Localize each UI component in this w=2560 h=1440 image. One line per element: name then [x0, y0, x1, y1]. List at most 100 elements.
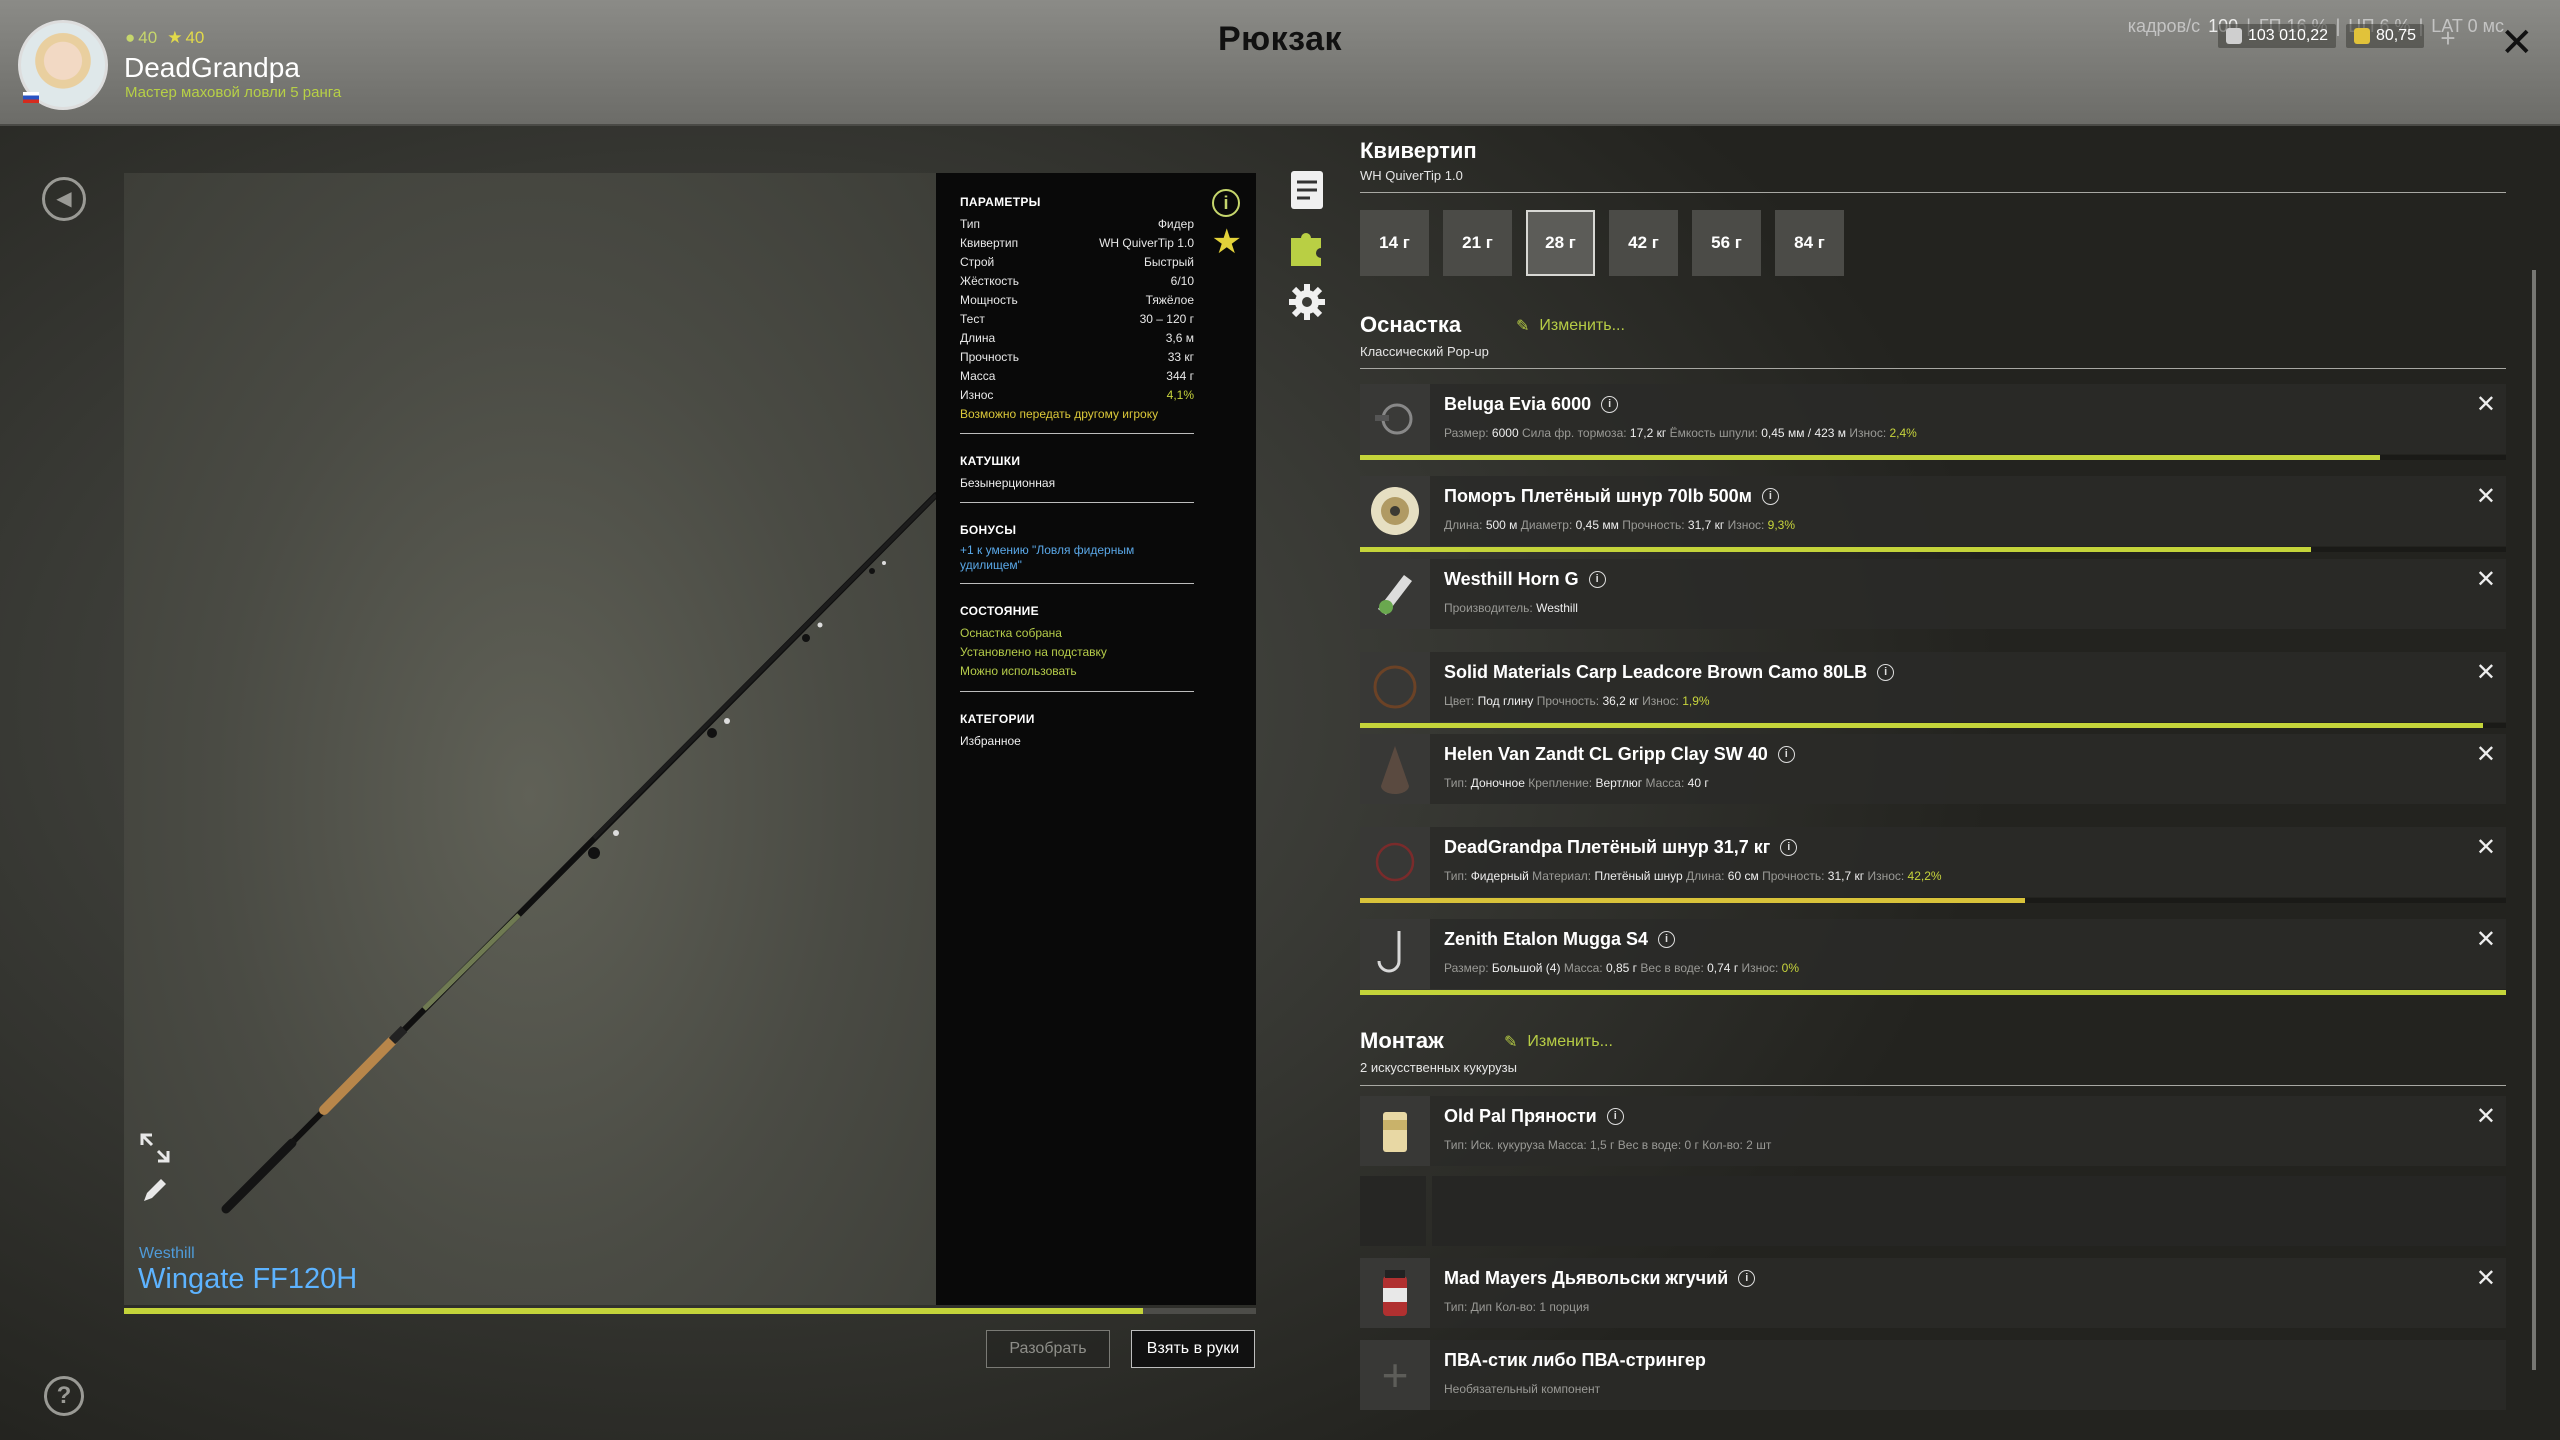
- info-icon[interactable]: i: [1601, 396, 1619, 413]
- item-desc: Цвет: Под глину Прочность: 36,2 кг Износ…: [1444, 694, 1710, 708]
- take-in-hands-button[interactable]: Взять в руки: [1131, 1330, 1255, 1368]
- empty-slot[interactable]: [1360, 1176, 2506, 1246]
- categories-value: Избранное: [960, 734, 1021, 748]
- param-value: WH QuiverTip 1.0: [1099, 236, 1194, 250]
- help-icon[interactable]: ?: [44, 1376, 84, 1416]
- scrollbar[interactable]: [2532, 270, 2536, 1370]
- param-value: 4,1%: [1166, 388, 1194, 402]
- item-desc: Тип: Фидерный Материал: Плетёный шнур Дл…: [1444, 869, 1942, 883]
- item-name: Поморъ Плетёный шнур 70lb 500м i: [1444, 486, 1779, 507]
- remove-icon[interactable]: ✕: [2476, 740, 2496, 769]
- weight-option[interactable]: 84 г: [1775, 210, 1844, 276]
- gear-icon[interactable]: [1287, 282, 1327, 322]
- weight-option[interactable]: 42 г: [1609, 210, 1678, 276]
- rig-item[interactable]: Solid Materials Carp Leadcore Brown Camo…: [1360, 652, 2506, 728]
- rod-brand: Westhill: [139, 1245, 195, 1262]
- state-title: СОСТОЯНИЕ: [960, 604, 1039, 618]
- param-value: 344 г: [1166, 369, 1194, 383]
- item-thumbnail: [1360, 1258, 1430, 1328]
- param-key: Тип: [960, 217, 981, 231]
- document-icon[interactable]: [1287, 170, 1327, 210]
- item-desc: Тип: Иск. кукуруза Масса: 1,5 г Вес в во…: [1444, 1138, 1772, 1152]
- param-value: 6/10: [1170, 274, 1194, 288]
- gold-coin-icon: [2354, 28, 2370, 44]
- transfer-note: Возможно передать другому игроку: [960, 407, 1159, 421]
- param-key: Износ: [960, 388, 994, 402]
- weight-option[interactable]: 56 г: [1692, 210, 1761, 276]
- mount-item[interactable]: Mad Mayers Дьявольски жгучий i Тип: Дип К…: [1360, 1258, 2506, 1328]
- puzzle-icon[interactable]: [1287, 226, 1327, 266]
- rig-subtitle: Классический Pop-up: [1360, 344, 1489, 359]
- bonuses-title: БОНУСЫ: [960, 523, 1017, 537]
- rod-preview[interactable]: Westhill Wingate FF120H: [124, 173, 936, 1305]
- item-name: Mad Mayers Дьявольски жгучий i: [1444, 1268, 1756, 1289]
- change-mount-link[interactable]: ✎ Изменить...: [1504, 1032, 1613, 1052]
- param-row: Масса 344 г: [960, 367, 1194, 386]
- wear-bar: [1360, 898, 2506, 903]
- change-rig-link[interactable]: ✎ Изменить...: [1516, 316, 1625, 336]
- remove-icon[interactable]: ✕: [2476, 1264, 2496, 1293]
- optional-slot[interactable]: + ПВА-стик либо ПВА-стрингер Необязатель…: [1360, 1340, 2506, 1410]
- reels-title: КАТУШКИ: [960, 454, 1021, 468]
- item-thumbnail: [1360, 384, 1430, 454]
- info-icon[interactable]: i: [1761, 488, 1779, 505]
- param-row: Квивертип WH QuiverTip 1.0: [960, 234, 1194, 253]
- rod-image: [221, 492, 936, 1214]
- wear-bar: [1360, 723, 2506, 728]
- info-icon[interactable]: i: [1606, 1108, 1624, 1125]
- weight-option[interactable]: 21 г: [1443, 210, 1512, 276]
- remove-icon[interactable]: ✕: [2476, 565, 2496, 594]
- player-title: Мастер маховой ловли 5 ранга: [125, 84, 342, 101]
- item-thumbnail: [1360, 1096, 1430, 1166]
- divider: [960, 583, 1194, 584]
- quivertip-weights: 14 г 21 г 28 г 42 г 56 г 84 г: [1360, 210, 1844, 276]
- rig-item[interactable]: Beluga Evia 6000 i Размер: 6000 Сила фр. т…: [1360, 384, 2506, 460]
- rod-wear-bar: [124, 1308, 1256, 1314]
- divider: [960, 433, 1194, 434]
- add-currency-button[interactable]: +: [2435, 25, 2461, 52]
- back-icon[interactable]: ◀: [42, 177, 86, 221]
- item-name: DeadGrandpa Плетёный шнур 31,7 кг i: [1444, 837, 1798, 858]
- rig-item[interactable]: Поморъ Плетёный шнур 70lb 500м i Длина: 50…: [1360, 476, 2506, 552]
- rig-item[interactable]: DeadGrandpa Плетёный шнур 31,7 кг i Тип: Ф…: [1360, 827, 2506, 903]
- param-row: Жёсткость 6/10: [960, 272, 1194, 291]
- wear-bar: [1360, 547, 2506, 552]
- item-name: Old Pal Пряности i: [1444, 1106, 1624, 1127]
- item-thumbnail: [1360, 827, 1430, 897]
- info-icon[interactable]: i: [1738, 1270, 1756, 1287]
- info-icon[interactable]: i: [1777, 746, 1795, 763]
- info-icon[interactable]: i: [1588, 571, 1606, 588]
- info-icon[interactable]: i: [1212, 189, 1240, 217]
- remove-icon[interactable]: ✕: [2476, 925, 2496, 954]
- rig-item[interactable]: Zenith Etalon Mugga S4 i Размер: Большой (…: [1360, 919, 2506, 995]
- param-row: Строй Быстрый: [960, 253, 1194, 272]
- remove-icon[interactable]: ✕: [2476, 658, 2496, 687]
- remove-icon[interactable]: ✕: [2476, 482, 2496, 511]
- remove-icon[interactable]: ✕: [2476, 1102, 2496, 1131]
- remove-icon[interactable]: ✕: [2476, 390, 2496, 419]
- divider: [1360, 1085, 2506, 1086]
- rig-item[interactable]: Westhill Horn Gi Производитель: Westhill …: [1360, 559, 2506, 629]
- rig-item[interactable]: Helen Van Zandt CL Gripp Clay SW 40 i Тип:…: [1360, 734, 2506, 804]
- info-icon[interactable]: i: [1658, 931, 1676, 948]
- remove-icon[interactable]: ✕: [2476, 833, 2496, 862]
- favorite-star-icon[interactable]: ★: [1212, 225, 1242, 259]
- param-value: Фидер: [1157, 217, 1194, 231]
- item-thumbnail: [1360, 734, 1430, 804]
- fullscreen-icon[interactable]: [138, 1131, 172, 1165]
- weight-option[interactable]: 28 г: [1526, 210, 1595, 276]
- weight-option[interactable]: 14 г: [1360, 210, 1429, 276]
- info-icon[interactable]: i: [1780, 839, 1798, 856]
- param-key: Квивертип: [960, 236, 1019, 250]
- empty-slot-thumb: [1360, 1176, 1426, 1246]
- item-desc: Тип: Дип Кол-во: 1 порция: [1444, 1300, 1590, 1314]
- mount-item[interactable]: Old Pal Пряности i Тип: Иск. кукуруза Мас…: [1360, 1096, 2506, 1166]
- edit-icon[interactable]: [138, 1173, 172, 1207]
- edit-icon: ✎: [1516, 318, 1530, 335]
- item-desc: Длина: 500 м Диаметр: 0,45 мм Прочность:…: [1444, 518, 1796, 532]
- info-icon[interactable]: i: [1877, 664, 1895, 681]
- disassemble-button[interactable]: Разобрать: [986, 1330, 1110, 1368]
- categories-title: КАТЕГОРИИ: [960, 712, 1035, 726]
- item-name: Helen Van Zandt CL Gripp Clay SW 40 i: [1444, 744, 1795, 765]
- close-icon[interactable]: ✕: [2500, 20, 2534, 66]
